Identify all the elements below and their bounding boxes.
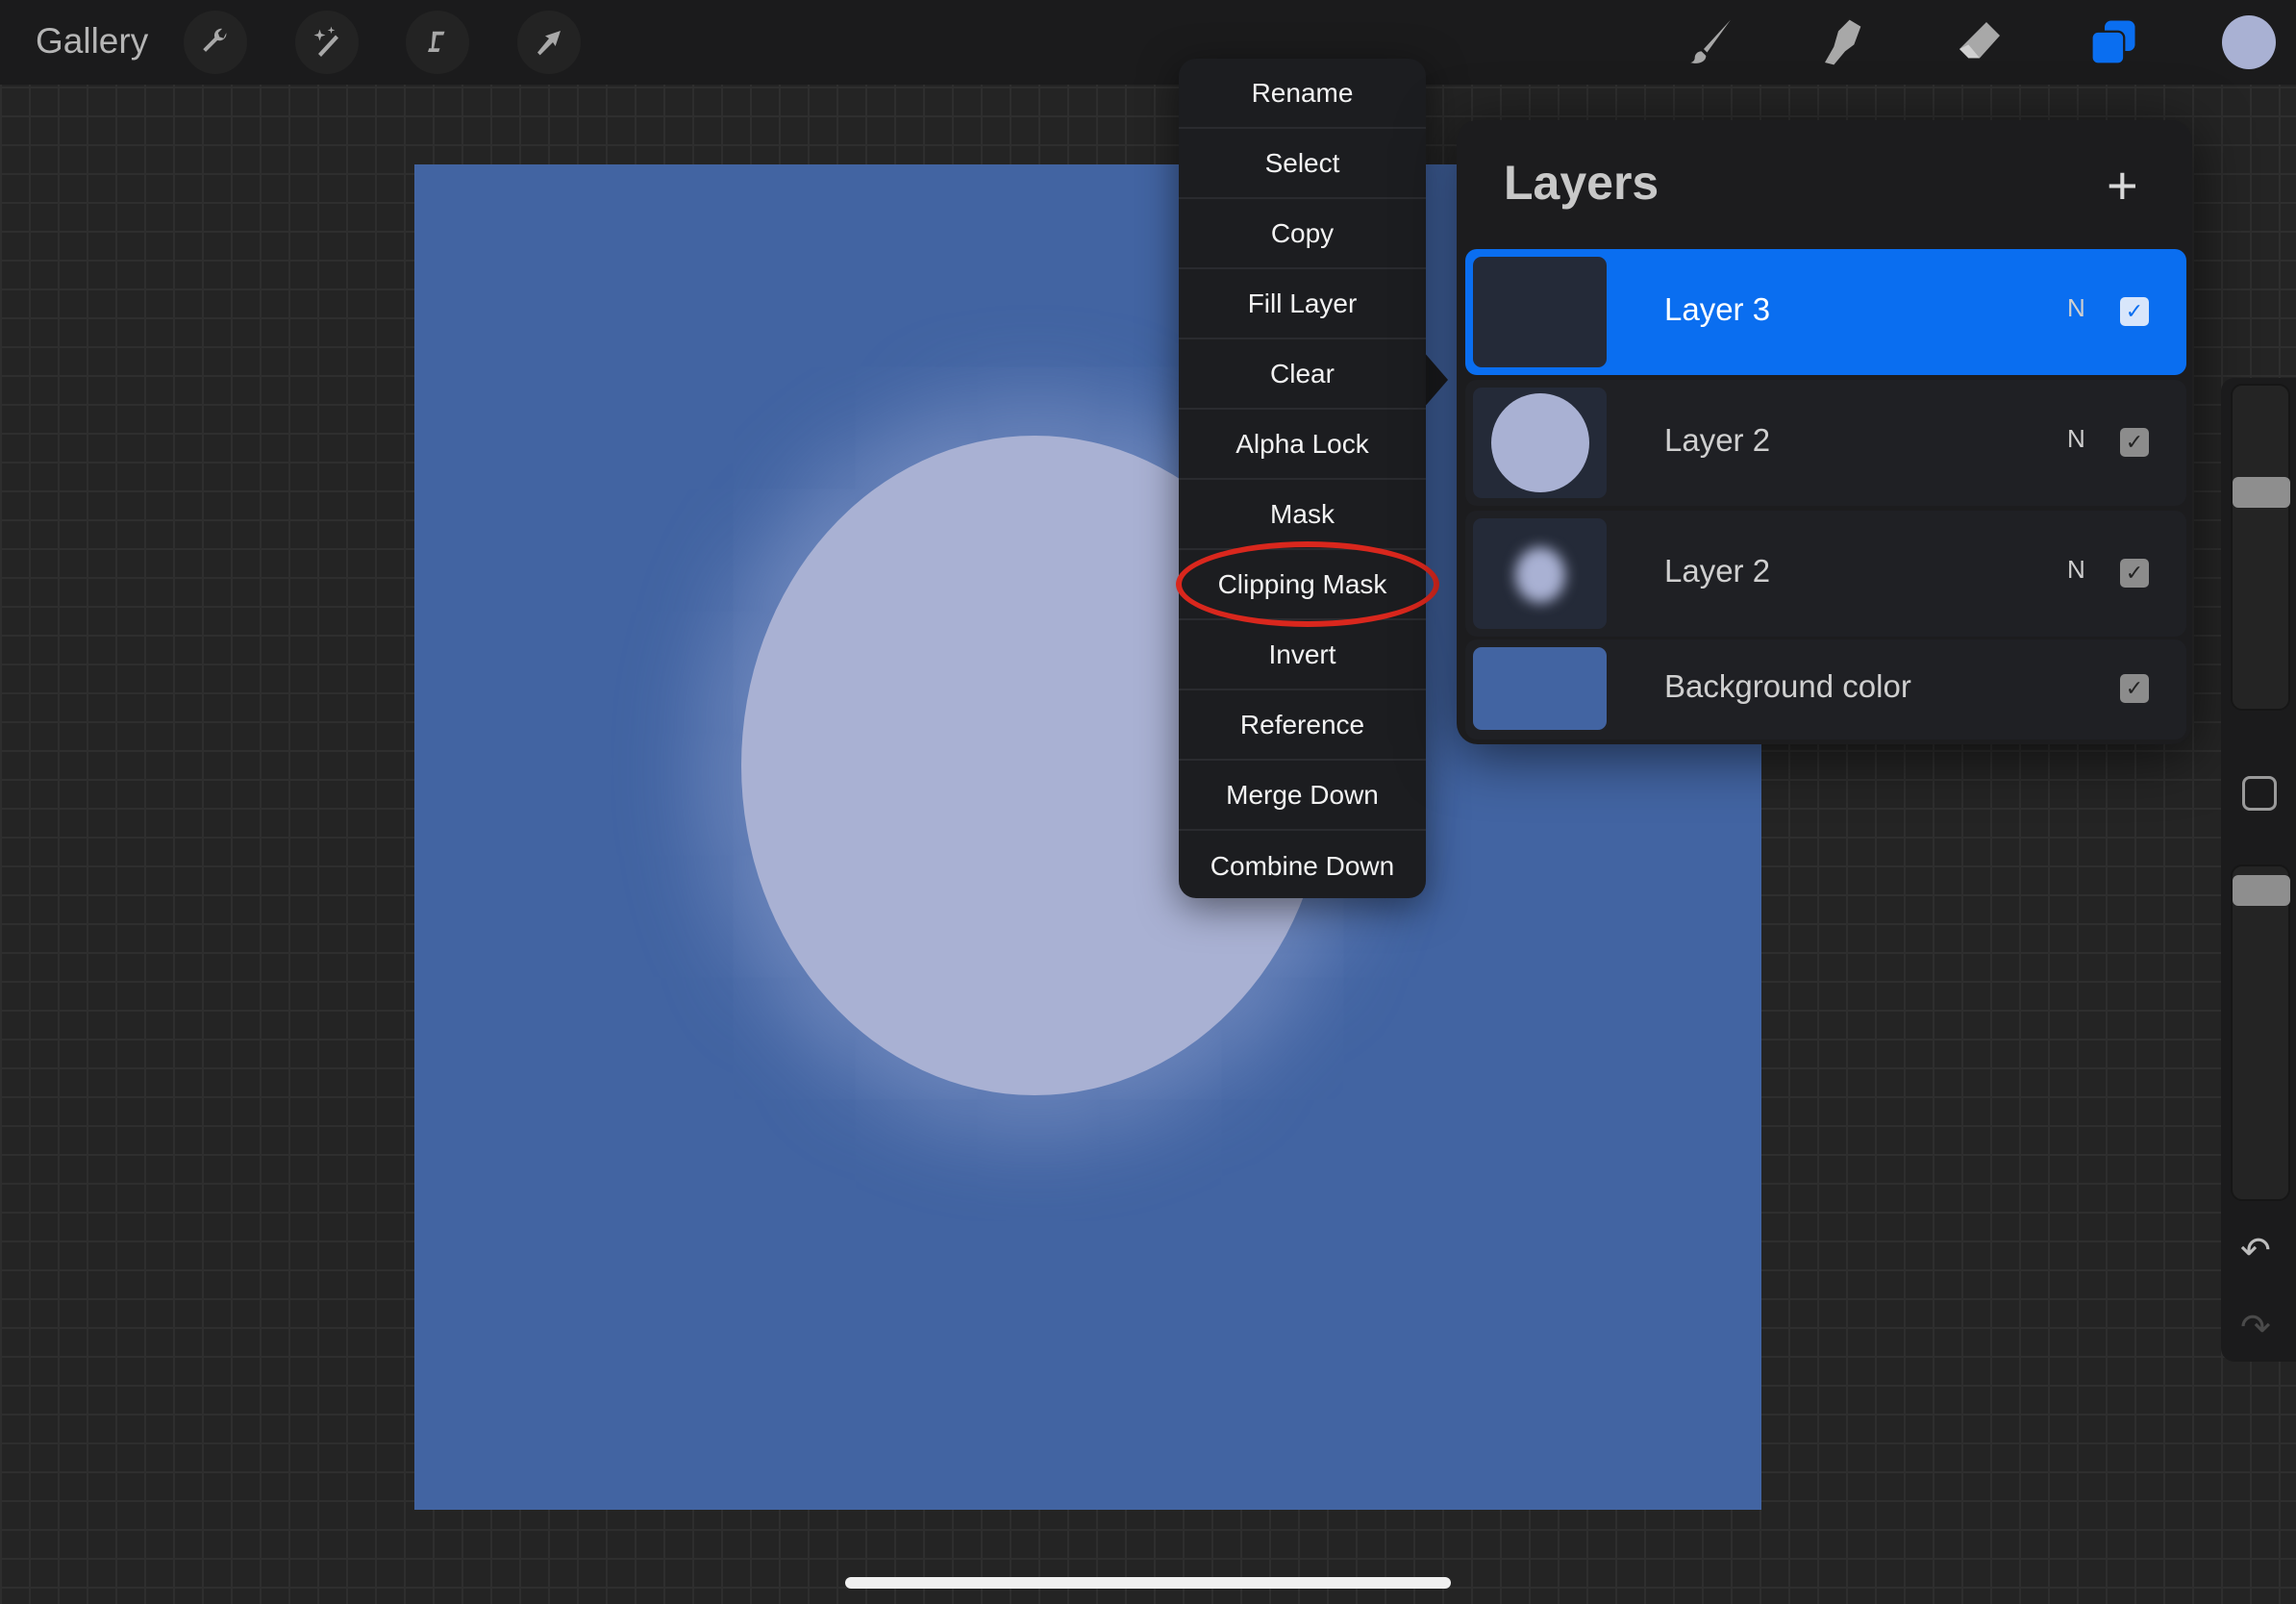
layers-title: Layers [1504,156,1660,210]
opacity-slider[interactable] [2231,865,2290,1201]
visibility-checkbox[interactable]: ✓ [2120,297,2149,326]
home-indicator[interactable] [845,1577,1451,1589]
menu-item-clear[interactable]: Clear [1179,339,1426,410]
menu-item-alpha-lock[interactable]: Alpha Lock [1179,410,1426,480]
layers-icon[interactable] [2084,13,2142,71]
blend-mode[interactable]: N [2067,424,2085,454]
eraser-icon[interactable] [1951,13,2009,71]
layer-name: Layer 2 [1664,422,1771,458]
modify-button[interactable] [2242,776,2277,811]
brush-size-handle[interactable] [2233,477,2290,508]
layer-row[interactable]: Layer 2 N ✓ [1465,380,2186,506]
layer-row[interactable]: Layer 3 N ✓ [1465,249,2186,375]
move-arrow-icon[interactable] [517,11,581,74]
undo-icon[interactable]: ↶ [2240,1229,2271,1272]
menu-item-reference[interactable]: Reference [1179,690,1426,761]
visibility-checkbox[interactable]: ✓ [2120,428,2149,457]
blend-mode[interactable]: N [2067,555,2085,585]
layer-thumbnail [1473,257,1607,367]
menu-item-select[interactable]: Select [1179,129,1426,199]
menu-item-combine-down[interactable]: Combine Down [1179,831,1426,898]
brush-size-slider[interactable] [2231,384,2290,711]
smudge-icon[interactable] [1816,13,1874,71]
menu-pointer [1423,351,1448,409]
selection-icon[interactable] [406,11,469,74]
wrench-icon[interactable] [184,11,247,74]
menu-item-rename[interactable]: Rename [1179,59,1426,129]
layer-thumbnail [1473,647,1607,730]
blend-mode[interactable]: N [2067,293,2085,323]
layer-name: Layer 3 [1664,291,1771,327]
gallery-button[interactable]: Gallery [36,21,148,62]
layer-thumbnail [1473,388,1607,498]
color-swatch[interactable] [2222,15,2276,69]
top-toolbar: Gallery [0,0,2296,85]
menu-item-copy[interactable]: Copy [1179,199,1426,269]
menu-item-fill-layer[interactable]: Fill Layer [1179,269,1426,339]
plus-icon[interactable]: + [2107,159,2138,213]
menu-item-merge-down[interactable]: Merge Down [1179,761,1426,831]
highlight-circle-annotation [1176,541,1439,627]
layers-panel: Layers + Layer 3 N ✓ Layer 2 N ✓ Layer 2… [1457,120,2192,744]
side-toolbar: ↶ ↷ [2221,378,2296,1362]
layer-row-background[interactable]: Background color ✓ [1465,639,2186,739]
brush-icon[interactable] [1682,13,1739,71]
layer-options-menu: Rename Select Copy Fill Layer Clear Alph… [1179,59,1426,898]
magic-wand-icon[interactable] [295,11,359,74]
layer-row[interactable]: Layer 2 N ✓ [1465,511,2186,637]
layer-name: Background color [1664,668,1911,704]
menu-item-invert[interactable]: Invert [1179,620,1426,690]
visibility-checkbox[interactable]: ✓ [2120,674,2149,703]
redo-icon[interactable]: ↷ [2240,1306,2271,1349]
layer-thumbnail [1473,518,1607,629]
visibility-checkbox[interactable]: ✓ [2120,559,2149,588]
opacity-handle[interactable] [2233,875,2290,906]
menu-item-mask[interactable]: Mask [1179,480,1426,550]
layer-name: Layer 2 [1664,553,1771,589]
